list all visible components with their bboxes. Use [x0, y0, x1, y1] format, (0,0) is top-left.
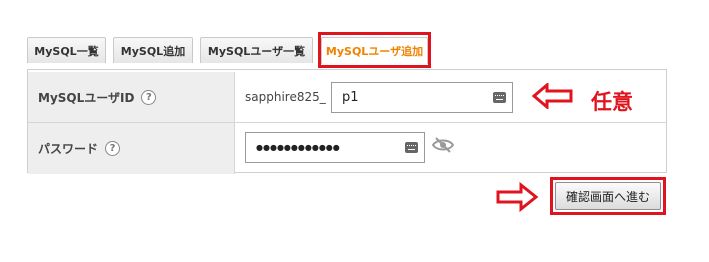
tab-mysql-user-add[interactable]: MySQLユーザ追加 — [321, 37, 428, 64]
confirm-button[interactable]: 確認画面へ進む — [555, 182, 661, 210]
arrow-left-icon — [532, 83, 573, 109]
user-id-input-value: p1 — [342, 90, 359, 105]
password-label: パスワード — [38, 142, 99, 156]
optional-note: 任意 — [591, 89, 633, 114]
password-row: パスワード ? ●●●●●●●●●●●● — [28, 123, 666, 174]
keyboard-icon — [493, 92, 506, 103]
password-input[interactable]: ●●●●●●●●●●●● — [245, 132, 425, 163]
user-id-input[interactable]: p1 — [331, 82, 513, 113]
password-input-value: ●●●●●●●●●●●● — [256, 143, 340, 152]
password-label-cell: パスワード ? — [28, 123, 235, 174]
user-id-label: MySQLユーザID — [38, 90, 135, 105]
help-icon[interactable]: ? — [141, 89, 157, 105]
help-icon[interactable]: ? — [105, 141, 121, 156]
arrow-right-icon — [496, 182, 539, 212]
user-id-prefix: sapphire825_ — [245, 90, 326, 104]
eye-slash-icon[interactable] — [432, 137, 454, 153]
keyboard-icon — [405, 142, 418, 153]
tab-mysql-list[interactable]: MySQL一覧 — [27, 37, 106, 63]
tab-mysql-add[interactable]: MySQL追加 — [113, 37, 193, 63]
password-value-cell: ●●●●●●●●●●●● — [236, 123, 666, 174]
tab-mysql-user-list[interactable]: MySQLユーザ一覧 — [200, 37, 313, 63]
user-id-label-cell: MySQLユーザID ? — [28, 72, 235, 122]
